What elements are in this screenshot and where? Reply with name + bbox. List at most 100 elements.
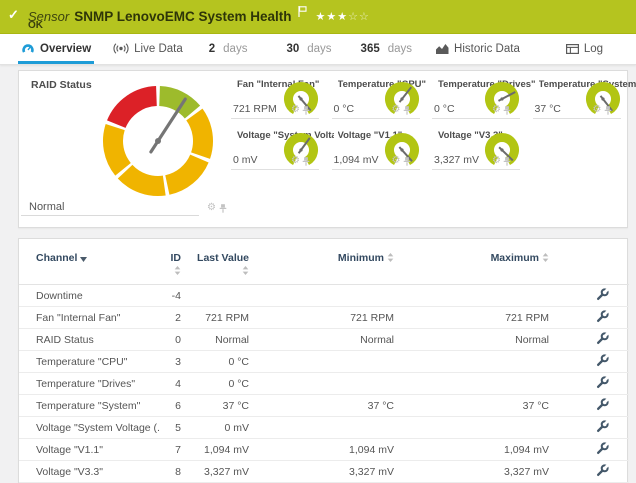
gear-icon[interactable]: ⚙ bbox=[291, 105, 300, 115]
pin-icon[interactable] bbox=[403, 106, 411, 115]
tab-number: 30 bbox=[286, 43, 299, 55]
tab-live-data[interactable]: Live Data bbox=[110, 34, 186, 64]
pin-icon[interactable] bbox=[604, 106, 612, 115]
pin-icon[interactable] bbox=[503, 106, 511, 115]
col-header-channel[interactable]: Channel bbox=[19, 239, 159, 285]
raid-gauge-title: RAID Status bbox=[31, 79, 92, 91]
priority-stars[interactable]: ★★★☆☆ bbox=[316, 11, 370, 23]
gauge-panel[interactable]: Voltage "V1.1"1,094 mV⚙ bbox=[332, 128, 420, 170]
table-row[interactable]: Voltage "System Voltage (...50 mV bbox=[19, 417, 629, 439]
pin-icon[interactable] bbox=[503, 157, 511, 166]
pin-icon[interactable] bbox=[219, 204, 227, 213]
tab-label: days bbox=[307, 43, 331, 55]
star-icon[interactable]: ★ bbox=[326, 11, 337, 23]
pin-icon[interactable] bbox=[302, 106, 310, 115]
cell-maximum bbox=[398, 285, 553, 307]
gear-icon[interactable]: ⚙ bbox=[291, 156, 300, 166]
tab-30-days[interactable]: 30 days bbox=[283, 34, 334, 64]
cell-id: 6 bbox=[159, 395, 185, 417]
edit-channel-button[interactable] bbox=[596, 464, 609, 477]
gauge-footer-icons: ⚙ bbox=[492, 156, 511, 166]
table-row[interactable]: Temperature "Drives"40 °C bbox=[19, 373, 629, 395]
cell-channel: Downtime bbox=[19, 285, 159, 307]
mini-gauge-grid: Fan "Internal Fan"721 RPM⚙Temperature "C… bbox=[231, 77, 633, 179]
col-header-maximum[interactable]: Maximum bbox=[398, 239, 553, 285]
table-row[interactable]: RAID Status0NormalNormalNormal bbox=[19, 329, 629, 351]
star-icon[interactable]: ☆ bbox=[348, 11, 359, 23]
cell-maximum bbox=[398, 351, 553, 373]
table-row[interactable]: Temperature "CPU"30 °C bbox=[19, 351, 629, 373]
pin-icon[interactable] bbox=[403, 157, 411, 166]
table-row[interactable]: Fan "Internal Fan"2721 RPM721 RPM721 RPM bbox=[19, 307, 629, 329]
edit-channel-button[interactable] bbox=[596, 288, 609, 301]
gear-icon[interactable]: ⚙ bbox=[207, 203, 216, 213]
gauge-panel[interactable]: Voltage "V3.3"3,327 mV⚙ bbox=[432, 128, 520, 170]
edit-channel-button[interactable] bbox=[596, 442, 609, 455]
edit-channel-button[interactable] bbox=[596, 398, 609, 411]
cell-channel: Voltage "V3.3" bbox=[19, 461, 159, 483]
wrench-icon bbox=[596, 420, 609, 433]
cell-channel: Voltage "System Voltage (... bbox=[19, 417, 159, 439]
gauge-value: 0 °C bbox=[334, 103, 355, 115]
gauge-panel[interactable]: Temperature "System"37 °C⚙ bbox=[533, 77, 621, 119]
cell-id: 8 bbox=[159, 461, 185, 483]
cell-channel: Voltage "V1.1" bbox=[19, 439, 159, 461]
tab-log[interactable]: Log bbox=[563, 34, 606, 64]
wrench-icon bbox=[596, 310, 609, 323]
edit-channel-button[interactable] bbox=[596, 376, 609, 389]
cell-maximum: 37 °C bbox=[398, 395, 553, 417]
sensor-overview-page: ✓ SensorSNMP LenovoEMC System Health★★★☆… bbox=[0, 0, 636, 483]
gauge-footer-icons: ⚙ bbox=[593, 105, 612, 115]
edit-channel-button[interactable] bbox=[596, 332, 609, 345]
gear-icon[interactable]: ⚙ bbox=[492, 156, 501, 166]
gear-icon[interactable]: ⚙ bbox=[593, 105, 602, 115]
tab-overview[interactable]: Overview bbox=[18, 34, 94, 64]
cell-minimum bbox=[253, 285, 398, 307]
cell-maximum: 1,094 mV bbox=[398, 439, 553, 461]
cell-id: 4 bbox=[159, 373, 185, 395]
tab-365-days[interactable]: 365days bbox=[358, 34, 415, 64]
cell-id: -4 bbox=[159, 285, 185, 307]
pin-icon[interactable] bbox=[302, 157, 310, 166]
table-row[interactable]: Voltage "V1.1"71,094 mV1,094 mV1,094 mV bbox=[19, 439, 629, 461]
star-icon[interactable]: ★ bbox=[337, 11, 348, 23]
edit-channel-button[interactable] bbox=[596, 354, 609, 367]
wrench-icon bbox=[596, 376, 609, 389]
cell-channel: Temperature "CPU" bbox=[19, 351, 159, 373]
star-icon[interactable]: ☆ bbox=[359, 11, 370, 23]
gear-icon[interactable]: ⚙ bbox=[392, 156, 401, 166]
cell-last-value: 0 °C bbox=[185, 373, 253, 395]
cell-last-value: 37 °C bbox=[185, 395, 253, 417]
col-header-last-value[interactable]: Last Value bbox=[185, 239, 253, 285]
gauge-panel[interactable]: Temperature "CPU"0 °C⚙ bbox=[332, 77, 420, 119]
cell-maximum bbox=[398, 417, 553, 439]
cell-id: 2 bbox=[159, 307, 185, 329]
table-header-row: Channel ID Last Value Minimum Maximum bbox=[19, 239, 629, 285]
edit-channel-button[interactable] bbox=[596, 310, 609, 323]
gauge-footer-icons: ⚙ bbox=[392, 105, 411, 115]
tab-2-days[interactable]: 2days bbox=[206, 34, 251, 64]
gauge-panel[interactable]: Fan "Internal Fan"721 RPM⚙ bbox=[231, 77, 319, 119]
gauge-dial bbox=[585, 81, 621, 122]
cell-last-value: 0 °C bbox=[185, 351, 253, 373]
col-header-minimum[interactable]: Minimum bbox=[253, 239, 398, 285]
star-icon[interactable]: ★ bbox=[316, 11, 327, 23]
gear-icon[interactable]: ⚙ bbox=[392, 105, 401, 115]
gauge-footer-icons: ⚙ bbox=[291, 105, 310, 115]
gauge-dial bbox=[484, 132, 520, 173]
gauge-panel[interactable]: Voltage "System Voltage (12...0 mV⚙ bbox=[231, 128, 319, 170]
table-row[interactable]: Downtime-4 bbox=[19, 285, 629, 307]
cell-last-value: Normal bbox=[185, 329, 253, 351]
tab-historic-data[interactable]: Historic Data bbox=[433, 34, 523, 64]
edit-channel-button[interactable] bbox=[596, 420, 609, 433]
area-chart-icon bbox=[436, 44, 449, 54]
flag-icon[interactable] bbox=[298, 4, 307, 22]
col-header-id[interactable]: ID bbox=[159, 239, 185, 285]
table-row[interactable]: Voltage "V3.3"83,327 mV3,327 mV3,327 mV bbox=[19, 461, 629, 483]
sensor-status-text: OK bbox=[28, 20, 43, 31]
channels-table: Channel ID Last Value Minimum Maximum bbox=[19, 239, 629, 483]
gear-icon[interactable]: ⚙ bbox=[492, 105, 501, 115]
gauge-panel[interactable]: Temperature "Drives"0 °C⚙ bbox=[432, 77, 520, 119]
cell-minimum: 37 °C bbox=[253, 395, 398, 417]
table-row[interactable]: Temperature "System"637 °C37 °C37 °C bbox=[19, 395, 629, 417]
